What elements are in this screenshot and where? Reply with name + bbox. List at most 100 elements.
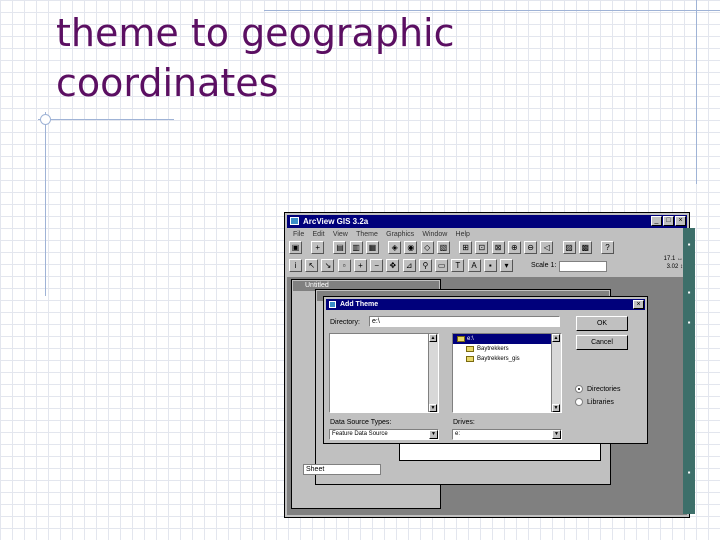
select-feature-icon[interactable]: ▫ (337, 259, 351, 272)
window-controls: _ □ × (650, 216, 686, 226)
menu-window[interactable]: Window (422, 229, 447, 240)
zoom-out-icon[interactable]: ⊖ (524, 241, 538, 254)
zoom-selected-icon[interactable]: ⊠ (491, 241, 505, 254)
app-icon (290, 217, 299, 225)
measure-icon[interactable]: ⊿ (402, 259, 416, 272)
ok-button[interactable]: OK (576, 316, 628, 331)
directory-input[interactable]: e:\ (369, 316, 560, 327)
button-bar: ▣ + ▤ ▥ ▦ ◈ ◉ ◇ ▧ ⊞ ⊡ ⊠ ⊕ ⊖ ◁ ▨ ▩ ? (289, 241, 685, 257)
slide-title-line-2: coordinates (56, 61, 279, 105)
zoom-active-icon[interactable]: ⊡ (475, 241, 489, 254)
coordinate-x: 17.1 ↔ (663, 256, 683, 262)
menu-bar: File Edit View Theme Graphics Window Hel… (287, 229, 687, 240)
chevron-down-icon[interactable]: ▼ (429, 430, 438, 439)
query-icon[interactable]: ◇ (420, 241, 434, 254)
select-features-icon[interactable]: ▨ (562, 241, 576, 254)
find-icon[interactable]: ◈ (388, 241, 402, 254)
strip-glyph-icon: ▪ (687, 288, 691, 297)
pointer-icon[interactable]: ↖ (305, 259, 319, 272)
radio-icon (575, 398, 583, 406)
background-app-strip: ▪ ▪ ▪ ▪ (683, 228, 695, 514)
folder-icon (466, 356, 474, 362)
locate-icon[interactable]: ◉ (404, 241, 418, 254)
scroll-down-arrow-icon[interactable]: ▼ (429, 404, 437, 412)
coordinate-readout: 17.1 ↔ 3.02 ↕ (663, 255, 683, 271)
decorative-left-line (45, 112, 46, 296)
radio-libraries[interactable]: Libraries (575, 398, 614, 407)
bottom-combo[interactable]: Sheet (303, 464, 381, 475)
scroll-up-arrow-icon[interactable]: ▲ (552, 334, 560, 342)
zoom-previous-icon[interactable]: ◁ (540, 241, 554, 254)
add-theme-icon[interactable]: + (311, 241, 325, 254)
text-icon[interactable]: A (467, 259, 481, 272)
decorative-circle (40, 114, 51, 125)
area-of-interest-icon[interactable]: ▭ (435, 259, 449, 272)
drives-label: Drives: (453, 419, 475, 426)
radio-icon (575, 385, 583, 393)
clear-selection-icon[interactable]: ▩ (578, 241, 592, 254)
cancel-button[interactable]: Cancel (576, 335, 628, 350)
zoom-full-icon[interactable]: ⊞ (459, 241, 473, 254)
identify-icon[interactable]: i (289, 259, 302, 272)
theme-properties-icon[interactable]: ▤ (333, 241, 347, 254)
pan-icon[interactable]: ✥ (386, 259, 400, 272)
close-button[interactable]: × (675, 216, 686, 226)
save-icon[interactable]: ▣ (289, 241, 302, 254)
tool-bar: i ↖ ↘ ▫ + − ✥ ⊿ ⚲ ▭ T A ▪ ▾ (289, 259, 685, 275)
zoom-out-tool-icon[interactable]: − (370, 259, 384, 272)
chevron-down-icon[interactable]: ▼ (552, 430, 561, 439)
dir-item[interactable]: Baytrekkers (453, 344, 561, 354)
data-source-types-value: Feature Data Source (332, 431, 388, 437)
drives-value: e: (455, 431, 461, 437)
data-source-types-select[interactable]: Feature Data Source ▼ (329, 429, 439, 440)
strip-glyph-icon: ▪ (687, 318, 691, 327)
menu-graphics[interactable]: Graphics (386, 229, 414, 240)
strip-glyph-icon: ▪ (687, 240, 691, 249)
maximize-button[interactable]: □ (663, 216, 674, 226)
decorative-underline (38, 119, 174, 120)
radio-label: Directories (587, 386, 621, 393)
scroll-down-arrow-icon[interactable]: ▼ (552, 404, 560, 412)
folder-icon (466, 346, 474, 352)
directory-tree-scrollbar[interactable]: ▲ ▼ (551, 334, 561, 412)
zoom-in-icon[interactable]: ⊕ (507, 241, 521, 254)
data-source-types-label: Data Source Types: (330, 419, 392, 426)
dir-item-root[interactable]: e:\ (453, 334, 561, 344)
menu-theme[interactable]: Theme (356, 229, 378, 240)
chart-icon[interactable]: ▧ (436, 241, 450, 254)
draw-icon[interactable]: ▾ (500, 259, 514, 272)
dir-item[interactable]: Baytrekkers_gis (453, 354, 561, 364)
scroll-up-arrow-icon[interactable]: ▲ (429, 334, 437, 342)
zoom-in-tool-icon[interactable]: + (353, 259, 367, 272)
dir-item-label: Baytrekkers_gis (477, 356, 520, 362)
coordinate-y: 3.02 ↕ (666, 264, 683, 270)
hotlink-icon[interactable]: ⚲ (418, 259, 432, 272)
drives-select[interactable]: e: ▼ (452, 429, 562, 440)
minimize-button[interactable]: _ (651, 216, 662, 226)
menu-view[interactable]: View (333, 229, 348, 240)
decorative-top-line (264, 10, 720, 11)
dialog-icon (329, 301, 336, 308)
vertex-edit-icon[interactable]: ↘ (321, 259, 335, 272)
dialog-close-button[interactable]: × (633, 300, 644, 309)
label-icon[interactable]: T (451, 259, 465, 272)
pointer-icon-2[interactable]: ▪ (483, 259, 497, 272)
scale-input[interactable] (559, 261, 607, 272)
directory-label: Directory: (330, 319, 360, 326)
directory-tree[interactable]: e:\ Baytrekkers Baytrekkers_gis ▲ ▼ (452, 333, 562, 413)
file-list[interactable]: ▲ ▼ (329, 333, 439, 413)
scale-label: Scale 1: (531, 262, 557, 269)
dialog-title-bar[interactable]: Add Theme × (326, 299, 645, 310)
file-list-scrollbar[interactable]: ▲ ▼ (428, 334, 438, 412)
add-theme-dialog: Add Theme × Directory: e:\ ▲ ▼ e:\ Baytr… (323, 296, 648, 444)
radio-directories[interactable]: Directories (575, 385, 620, 394)
decorative-right-line (696, 0, 697, 184)
menu-edit[interactable]: Edit (313, 229, 325, 240)
folder-icon (457, 336, 465, 342)
menu-file[interactable]: File (293, 229, 304, 240)
app-title-bar[interactable]: ArcView GIS 3.2a _ □ × (287, 215, 687, 228)
menu-help[interactable]: Help (456, 229, 470, 240)
edit-legend-icon[interactable]: ▥ (349, 241, 363, 254)
help-icon[interactable]: ? (600, 241, 614, 254)
open-table-icon[interactable]: ▦ (365, 241, 379, 254)
